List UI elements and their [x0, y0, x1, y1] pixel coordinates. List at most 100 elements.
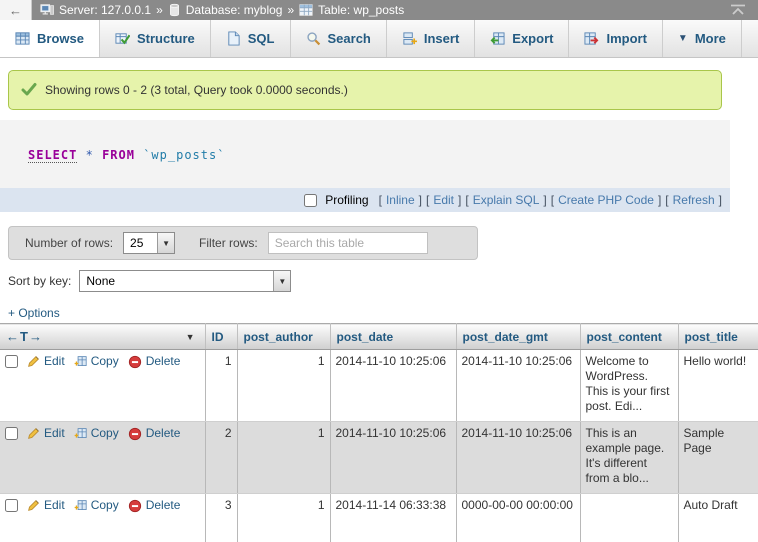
cell-post-date-gmt: 0000-00-00 00:00:00: [456, 494, 580, 542]
tab-browse[interactable]: Browse: [0, 20, 100, 57]
success-message: Showing rows 0 - 2 (3 total, Query took …: [8, 70, 722, 110]
structure-icon: [115, 31, 130, 46]
sql-keyword-select: SELECT: [28, 148, 77, 163]
table-row: Edit Copy Delete 3 1 2014-11-14 06:33:38…: [0, 494, 758, 542]
export-icon: [490, 31, 505, 46]
chevron-down-icon[interactable]: ▼: [186, 332, 195, 342]
cell-post-author: 1: [237, 422, 330, 494]
row-checkbox[interactable]: [5, 427, 18, 440]
sort-row: Sort by key: None ▼: [8, 270, 758, 292]
delete-icon: [128, 427, 142, 441]
collapse-panel-icon[interactable]: [718, 0, 758, 20]
sort-by-key-select[interactable]: None ▼: [79, 270, 291, 292]
copy-label: Copy: [91, 354, 119, 369]
number-of-rows-select[interactable]: 25 ▼: [123, 232, 175, 254]
bracket: ]: [658, 193, 661, 207]
profiling-checkbox[interactable]: [304, 194, 317, 207]
chevron-down-icon: ▼: [678, 33, 688, 44]
insert-icon: [402, 31, 417, 46]
column-header-post-content[interactable]: post_content: [580, 324, 678, 350]
results-table: ←T→ ▼ ID post_author post_date post_date…: [0, 323, 758, 542]
back-arrow-icon: ←: [9, 3, 22, 18]
chevron-down-icon: ▼: [157, 233, 174, 253]
delete-row-link[interactable]: Delete: [128, 498, 181, 513]
copy-row-link[interactable]: Copy: [74, 498, 119, 513]
column-options-header[interactable]: ←T→ ▼: [0, 324, 205, 350]
copy-row-link[interactable]: Copy: [74, 426, 119, 441]
delete-row-link[interactable]: Delete: [128, 354, 181, 369]
refresh-link[interactable]: Refresh: [673, 193, 715, 207]
column-marker-icon[interactable]: ←T→: [6, 329, 43, 344]
table-row: Edit Copy Delete 1 1 2014-11-10 10:25:06…: [0, 350, 758, 422]
tab-more[interactable]: ▼ More: [663, 20, 742, 57]
tab-sql[interactable]: SQL: [211, 20, 291, 57]
copy-icon: [74, 355, 87, 368]
row-actions-cell: Edit Copy Delete: [0, 422, 205, 494]
delete-icon: [128, 499, 142, 513]
breadcrumb-server[interactable]: Server: 127.0.0.1: [59, 3, 151, 17]
edit-query-link[interactable]: Edit: [433, 193, 454, 207]
success-message-text: Showing rows 0 - 2 (3 total, Query took …: [45, 83, 348, 97]
bracket: [: [426, 193, 429, 207]
table-row: Edit Copy Delete 2 1 2014-11-10 10:25:06…: [0, 422, 758, 494]
tab-export[interactable]: Export: [475, 20, 569, 57]
breadcrumb-database[interactable]: Database: myblog: [186, 3, 283, 17]
row-actions-cell: Edit Copy Delete: [0, 494, 205, 542]
back-button[interactable]: ←: [0, 0, 32, 20]
create-php-code-link[interactable]: Create PHP Code: [558, 193, 654, 207]
cell-id: 1: [205, 350, 237, 422]
tab-label: Insert: [424, 31, 459, 46]
copy-label: Copy: [91, 498, 119, 513]
row-checkbox[interactable]: [5, 499, 18, 512]
sql-star: *: [86, 148, 94, 162]
tab-label: Export: [512, 31, 553, 46]
sort-by-key-value: None: [80, 271, 273, 291]
explain-sql-link[interactable]: Explain SQL: [473, 193, 540, 207]
tab-label: Browse: [37, 31, 84, 46]
cell-post-content: Welcome to WordPress. This is your first…: [580, 350, 678, 422]
bracket: ]: [419, 193, 422, 207]
column-header-post-author[interactable]: post_author: [237, 324, 330, 350]
tab-label: Import: [606, 31, 646, 46]
column-header-post-date-gmt[interactable]: post_date_gmt: [456, 324, 580, 350]
pencil-icon: [27, 499, 40, 512]
cell-post-title: Hello world!: [678, 350, 758, 422]
column-header-id[interactable]: ID: [205, 324, 237, 350]
breadcrumb-table[interactable]: Table: wp_posts: [318, 3, 404, 17]
breadcrumb-separator: »: [287, 3, 294, 17]
delete-label: Delete: [146, 426, 181, 441]
edit-row-link[interactable]: Edit: [27, 498, 65, 513]
row-actions-cell: Edit Copy Delete: [0, 350, 205, 422]
query-actions-row: Profiling [ Inline ] [ Edit ] [ Explain …: [0, 188, 730, 212]
cell-post-date: 2014-11-10 10:25:06: [330, 350, 456, 422]
filter-rows-label: Filter rows:: [199, 236, 258, 250]
cell-post-author: 1: [237, 350, 330, 422]
delete-row-link[interactable]: Delete: [128, 426, 181, 441]
copy-row-link[interactable]: Copy: [74, 354, 119, 369]
delete-icon: [128, 355, 142, 369]
bracket: [: [379, 193, 382, 207]
inline-link[interactable]: Inline: [386, 193, 415, 207]
edit-row-link[interactable]: Edit: [27, 354, 65, 369]
tab-search[interactable]: Search: [291, 20, 387, 57]
tab-label: Search: [328, 31, 371, 46]
options-toggle-link[interactable]: + Options: [8, 306, 60, 320]
pencil-icon: [27, 427, 40, 440]
breadcrumb-separator: »: [156, 3, 163, 17]
tab-import[interactable]: Import: [569, 20, 662, 57]
number-of-rows-value: 25: [124, 233, 157, 253]
success-check-icon: [21, 81, 37, 100]
column-header-post-title[interactable]: post_title: [678, 324, 758, 350]
filter-rows-input[interactable]: [268, 232, 428, 254]
cell-post-date-gmt: 2014-11-10 10:25:06: [456, 350, 580, 422]
tab-structure[interactable]: Structure: [100, 20, 211, 57]
delete-label: Delete: [146, 498, 181, 513]
column-header-post-date[interactable]: post_date: [330, 324, 456, 350]
tab-insert[interactable]: Insert: [387, 20, 475, 57]
cell-post-author: 1: [237, 494, 330, 542]
cell-post-title: Auto Draft: [678, 494, 758, 542]
copy-icon: [74, 499, 87, 512]
edit-row-link[interactable]: Edit: [27, 426, 65, 441]
table-icon: [299, 3, 313, 17]
row-checkbox[interactable]: [5, 355, 18, 368]
